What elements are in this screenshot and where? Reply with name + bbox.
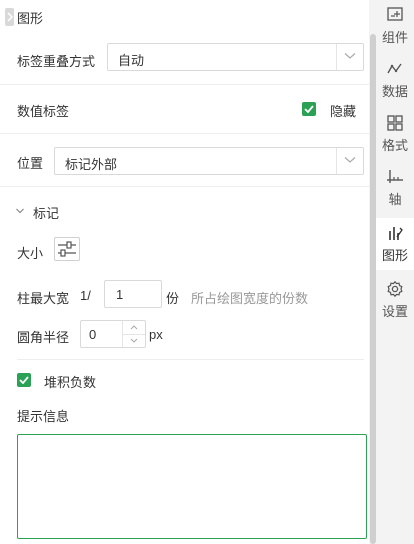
marker-section-title: 标记 (33, 206, 60, 221)
corner-radius-value: 0 (89, 327, 97, 342)
sidebar-item-label: 数据 (381, 84, 408, 99)
sidebar-item-data[interactable]: 数据 (376, 54, 414, 106)
max-width-hint: 所占绘图宽度的份数 (191, 291, 309, 306)
collapse-panel-button[interactable] (5, 8, 14, 26)
property-sidebar: 组件 数据 格式 轴 图形 设置 (376, 0, 414, 544)
sidebar-item-label: 格式 (381, 138, 408, 153)
sidebar-item-label: 组件 (381, 30, 408, 45)
data-icon (387, 63, 402, 74)
stack-negative-checkbox[interactable] (17, 373, 31, 387)
component-icon (387, 7, 403, 21)
chart-shape-icon (389, 227, 403, 240)
position-select[interactable]: 标记外部 (54, 147, 364, 175)
corner-radius-input[interactable]: 0 (80, 320, 146, 348)
divider (0, 186, 369, 187)
max-width-unit: 份 (166, 291, 180, 306)
max-width-input[interactable]: 1 (104, 280, 162, 308)
size-adjust-button[interactable] (54, 237, 80, 261)
sidebar-item-label: 设置 (381, 304, 408, 319)
chevron-right-icon (6, 12, 13, 22)
sidebar-item-format[interactable]: 格式 (376, 108, 414, 160)
position-value: 标记外部 (65, 157, 118, 172)
sidebar-item-label: 图形 (381, 248, 408, 263)
graphic-panel: 图形 标签重叠方式 自动 数值标签 隐藏 位置 标记外部 标记 大小 柱最大宽 … (0, 0, 376, 544)
hide-checkbox-label: 隐藏 (330, 104, 357, 119)
increment-button[interactable] (123, 321, 145, 335)
corner-radius-unit: px (149, 327, 163, 342)
value-label-label: 数值标签 (17, 104, 70, 119)
tooltip-textarea[interactable] (17, 434, 367, 539)
label-overlap-value: 自动 (118, 53, 145, 68)
divider (0, 84, 369, 85)
format-icon (387, 115, 403, 131)
tooltip-label: 提示信息 (17, 409, 70, 424)
chevron-down-icon (130, 338, 138, 343)
sidebar-item-settings[interactable]: 设置 (376, 274, 414, 326)
chevron-down-icon (16, 208, 24, 214)
size-label: 大小 (17, 246, 44, 261)
panel-title: 图形 (17, 11, 44, 26)
check-icon (304, 105, 314, 113)
divider (0, 133, 369, 134)
sidebar-item-axis[interactable]: 轴 (376, 162, 414, 214)
position-label: 位置 (17, 156, 44, 171)
corner-radius-label: 圆角半径 (17, 330, 70, 345)
max-width-prefix: 1/ (80, 288, 91, 303)
axis-icon (387, 170, 403, 183)
sidebar-item-component[interactable]: 组件 (376, 0, 414, 52)
chevron-down-icon (344, 53, 356, 59)
decrement-button[interactable] (123, 334, 145, 347)
sliders-icon (58, 241, 76, 257)
divider (17, 359, 364, 360)
chevron-down-icon (344, 157, 356, 163)
stack-negative-label: 堆积负数 (44, 375, 97, 390)
sidebar-item-label: 轴 (388, 192, 402, 207)
hide-value-label-checkbox[interactable] (302, 102, 316, 116)
label-overlap-select[interactable]: 自动 (107, 43, 364, 71)
label-overlap-label: 标签重叠方式 (17, 54, 96, 69)
max-width-value: 1 (116, 287, 124, 302)
chevron-up-icon (130, 325, 138, 330)
check-icon (19, 376, 29, 384)
max-width-label: 柱最大宽 (17, 291, 70, 306)
settings-icon (387, 280, 403, 298)
sidebar-item-chart-shape[interactable]: 图形 (376, 218, 414, 270)
